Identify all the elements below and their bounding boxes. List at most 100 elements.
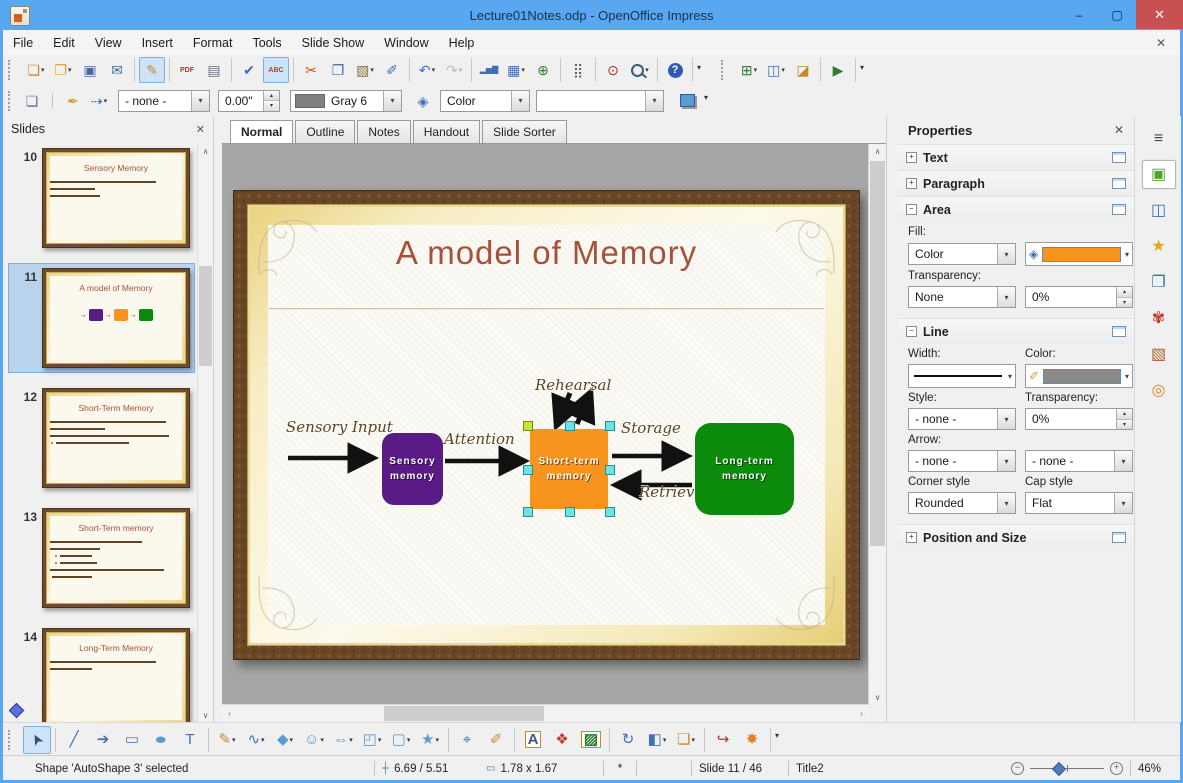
arrange-icon[interactable]: ❏ ▾ (672, 726, 700, 754)
selection-handle[interactable] (523, 421, 533, 431)
collapse-icon[interactable]: − (906, 204, 917, 215)
cap-style-select[interactable]: Flat ▾ (1025, 492, 1133, 514)
view-tab[interactable]: Slide Sorter (482, 120, 567, 143)
toolbar-grip[interactable] (8, 729, 13, 750)
copy-icon[interactable]: ❐ ▾ (325, 57, 351, 83)
open-icon[interactable]: ❐ ▾ (50, 57, 76, 83)
print-icon[interactable]: ▤ ▾ (201, 57, 227, 83)
symbol-shapes-icon[interactable]: ☺ ▾ (300, 726, 328, 754)
expand-icon[interactable]: + (906, 152, 917, 163)
fill-type-select[interactable]: Color ▾ (440, 89, 530, 112)
section-paragraph[interactable]: + Paragraph (898, 170, 1134, 196)
scroll-up-icon[interactable]: ∧ (869, 144, 886, 159)
interaction-icon[interactable]: ↪ ▾ (709, 726, 737, 754)
zoom-percentage[interactable]: 46% (1138, 763, 1180, 775)
fill-color-select[interactable]: ▾ (536, 89, 664, 112)
scroll-down-icon[interactable]: ∨ (198, 708, 213, 722)
dialog-launcher-icon[interactable] (1112, 178, 1126, 189)
collapse-icon[interactable]: − (906, 326, 917, 337)
rectangle-icon[interactable]: ▭ ▾ (118, 726, 146, 754)
menu-item[interactable]: Tools (242, 30, 291, 55)
hyperlink-icon[interactable]: ⊕ ▾ (530, 57, 556, 83)
position-size-icon[interactable]: ❏ (19, 88, 45, 114)
slide-position[interactable]: Slide 11 / 46 (699, 763, 781, 775)
toolbar-overflow-icon[interactable]: ▾ (775, 731, 779, 740)
corner-style-select[interactable]: Rounded ▾ (908, 492, 1016, 514)
line-transparency-stepper[interactable]: 0% ▴ ▾ (1025, 408, 1133, 430)
line-icon[interactable]: ╱ ▾ (60, 726, 88, 754)
scroll-down-icon[interactable]: ∨ (869, 690, 886, 705)
from-file-icon[interactable]: ❖ ▾ (548, 726, 576, 754)
format-paintbrush-icon[interactable]: ✐ ▾ (379, 57, 405, 83)
custom-animation-tab-icon[interactable]: ★ (1142, 232, 1176, 261)
slide-thumbnail[interactable]: Short-Term Memory (42, 388, 190, 488)
area-transparency-stepper[interactable]: 0% ▴ ▾ (1025, 286, 1133, 308)
glue-points-icon[interactable]: ✐ ▾ (482, 726, 510, 754)
properties-close-icon[interactable]: ✕ (1114, 123, 1124, 137)
vertical-scrollbar[interactable]: ∧ ∨ (868, 144, 886, 705)
new-slide-icon[interactable]: ⊞ ▾ (736, 57, 762, 83)
selection-handle[interactable] (605, 465, 615, 475)
paste-icon[interactable]: ▧ ▾ (352, 57, 378, 83)
view-tab[interactable]: Handout (412, 120, 481, 143)
arrow-end-select[interactable]: - none - ▾ (1025, 450, 1133, 472)
fontwork-icon[interactable]: A ▾ (519, 726, 547, 754)
line-style-select[interactable]: - none - ▾ (908, 408, 1016, 430)
minimize-button[interactable]: – (1060, 0, 1098, 29)
slide-thumbnail[interactable]: Long-Term Memory (42, 628, 190, 722)
zoom-icon[interactable]: ▾ (627, 57, 653, 83)
slide-design-icon[interactable]: ◪ ▾ (790, 57, 816, 83)
shadow-icon[interactable] (674, 88, 700, 114)
toolbar-overflow-icon[interactable]: ▾ (860, 63, 864, 72)
toolbar-grip[interactable] (8, 60, 13, 80)
layout-name[interactable]: Title2 (796, 763, 1011, 775)
edit-points-icon[interactable]: ⌖ ▾ (453, 726, 481, 754)
save-icon[interactable]: ▣ ▾ (77, 57, 103, 83)
slide-thumbnail-row[interactable]: 12 Short-Term Memory (8, 384, 194, 719)
email-icon[interactable]: ✉ ▾ (104, 57, 130, 83)
zoom-in-icon[interactable]: + (1110, 762, 1123, 775)
section-area[interactable]: − Area (898, 196, 1134, 222)
horizontal-scrollbar[interactable]: ‹ › (222, 704, 869, 722)
select-icon[interactable]: ➤ ▾ (23, 725, 51, 754)
expand-icon[interactable]: + (906, 532, 917, 543)
table-icon[interactable]: ▦ ▾ (503, 57, 529, 83)
scrollbar-thumb[interactable] (870, 161, 885, 546)
scroll-up-icon[interactable]: ∧ (198, 144, 213, 158)
help-icon[interactable]: ? ▾ (662, 57, 688, 83)
slide-thumbnail-row[interactable]: 14 Long-Term Memory (9, 624, 194, 722)
maximize-button[interactable]: ▢ (1098, 0, 1136, 29)
slide-thumbnail[interactable]: Sensory Memory (42, 148, 190, 248)
zoom-slider-thumb[interactable] (1051, 761, 1067, 777)
fill-can-icon[interactable]: ◈ (410, 88, 436, 114)
slide-transition-tab-icon[interactable]: ◫ (1142, 196, 1176, 225)
dialog-launcher-icon[interactable] (1112, 204, 1126, 215)
alignment-icon[interactable]: ◧ ▾ (643, 726, 671, 754)
selection-handle[interactable] (565, 421, 575, 431)
slide-show-icon[interactable]: ▶ ▾ (825, 57, 851, 83)
menu-item[interactable]: View (85, 30, 132, 55)
selection-handle[interactable] (523, 507, 533, 517)
view-tab[interactable]: Outline (295, 120, 356, 143)
menu-item[interactable]: Insert (132, 30, 183, 55)
gallery-icon[interactable]: ▨ ▾ (577, 726, 605, 754)
menu-item[interactable]: Slide Show (292, 30, 375, 55)
slide-thumbnail[interactable]: A model of Memory → → → (42, 268, 190, 368)
area-fill-type-select[interactable]: Color ▾ (908, 243, 1016, 265)
undo-icon[interactable]: ↶ ▾ (414, 57, 440, 83)
toolbar-grip[interactable] (8, 90, 13, 111)
sidebar-menu-icon[interactable]: ≡ (1142, 124, 1176, 153)
menu-item[interactable]: File (3, 30, 43, 55)
expand-icon[interactable]: + (906, 178, 917, 189)
rotate-icon[interactable]: ↻ ▾ (614, 726, 642, 754)
label-attention[interactable]: Attention (444, 430, 515, 448)
menu-item[interactable]: Format (183, 30, 243, 55)
selection-handle[interactable] (605, 507, 615, 517)
cut-icon[interactable]: ✂ ▾ (298, 57, 324, 83)
selection-handle[interactable] (605, 421, 615, 431)
slide-canvas[interactable]: A model of Memory Rehearsal Sensory Inpu… (222, 144, 869, 705)
line-style-select[interactable]: - none - ▾ (118, 89, 210, 112)
label-storage[interactable]: Storage (621, 419, 681, 437)
dialog-launcher-icon[interactable] (1112, 152, 1126, 163)
view-tab[interactable]: Normal (230, 120, 294, 143)
